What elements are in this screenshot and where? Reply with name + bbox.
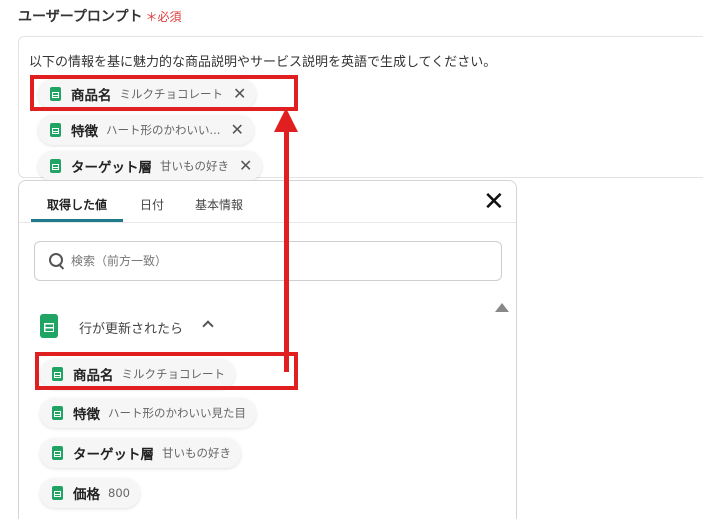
spreadsheet-icon: [52, 406, 63, 420]
chip-value: 甘いもの好き: [160, 159, 229, 173]
list-item[interactable]: ターゲット層 甘いもの好き: [40, 438, 241, 468]
prompt-chip-feature[interactable]: 特徴 ハート形のかわいい... ✕: [38, 115, 254, 145]
spreadsheet-icon: [52, 486, 63, 500]
group-title[interactable]: 行が更新されたら: [79, 318, 183, 337]
scroll-up-icon[interactable]: [495, 303, 509, 312]
search-input[interactable]: [71, 254, 471, 268]
item-name: 価格: [73, 487, 100, 503]
tab-acquired-values[interactable]: 取得した値: [47, 196, 107, 213]
chip-value: ハート形のかわいい...: [106, 123, 221, 137]
prompt-chip-target[interactable]: ターゲット層 甘いもの好き ✕: [38, 151, 263, 181]
chip-name: 特徴: [71, 124, 98, 140]
item-value: 800: [108, 486, 130, 500]
tab-basic-info[interactable]: 基本情報: [195, 196, 243, 213]
search-box[interactable]: [34, 241, 502, 281]
active-tab-indicator: [31, 219, 123, 222]
item-name: ターゲット層: [73, 447, 154, 463]
list-item[interactable]: 価格 800: [40, 478, 140, 508]
tab-bar: 取得した値 日付 基本情報 ✕: [19, 181, 516, 223]
close-icon[interactable]: ✕: [230, 122, 243, 138]
close-icon[interactable]: ✕: [483, 189, 505, 215]
field-label: ユーザープロンプト ＊必須: [18, 6, 181, 26]
list-item[interactable]: 特徴 ハート形のかわいい見た目: [40, 398, 256, 428]
annotation-arrow-head: [274, 108, 298, 132]
field-label-text: ユーザープロンプト: [18, 9, 143, 25]
close-icon[interactable]: ✕: [239, 158, 252, 174]
search-icon: [49, 253, 65, 269]
value-picker-panel: 取得した値 日付 基本情報 ✕ 行が更新されたら: [18, 180, 517, 519]
item-value: 甘いもの好き: [162, 446, 231, 460]
highlight-box-prompt-chip: [30, 75, 298, 111]
required-mark: ＊必須: [145, 10, 182, 24]
item-name: 特徴: [73, 407, 100, 423]
spreadsheet-icon: [50, 123, 61, 137]
highlight-box-list-item: [35, 352, 298, 390]
tab-date[interactable]: 日付: [140, 196, 164, 213]
chip-name: ターゲット層: [71, 160, 152, 176]
annotation-arrow-line: [284, 128, 289, 372]
item-value: ハート形のかわいい見た目: [108, 406, 246, 420]
prompt-text: 以下の情報を基に魅力的な商品説明やサービス説明を英語で生成してください。: [29, 55, 497, 70]
spreadsheet-icon: [52, 446, 63, 460]
chevron-up-icon[interactable]: [202, 320, 214, 332]
spreadsheet-icon: [50, 159, 61, 173]
spreadsheet-icon: [40, 314, 58, 338]
